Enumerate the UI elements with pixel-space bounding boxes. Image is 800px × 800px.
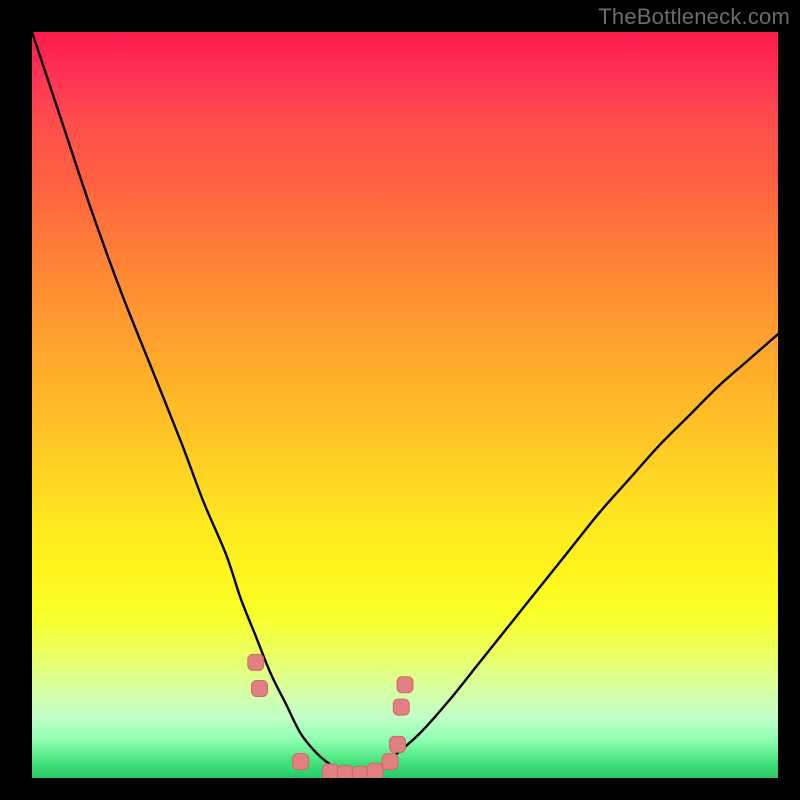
curve-marker (337, 766, 353, 778)
bottleneck-curve-svg (32, 32, 778, 778)
chart-frame: { "watermark": "TheBottleneck.com", "col… (0, 0, 800, 800)
curve-marker (390, 736, 406, 752)
curve-marker (352, 766, 368, 778)
curve-marker (397, 677, 413, 693)
curve-marker (252, 680, 268, 696)
curve-markers (248, 654, 413, 778)
plot-area (32, 32, 778, 778)
curve-marker (293, 754, 309, 770)
curve-marker (393, 699, 409, 715)
watermark-text: TheBottleneck.com (598, 4, 790, 30)
curve-marker (322, 764, 338, 778)
curve-marker (382, 754, 398, 770)
curve-marker (367, 763, 383, 778)
curve-marker (248, 654, 264, 670)
bottleneck-curve (32, 32, 778, 774)
